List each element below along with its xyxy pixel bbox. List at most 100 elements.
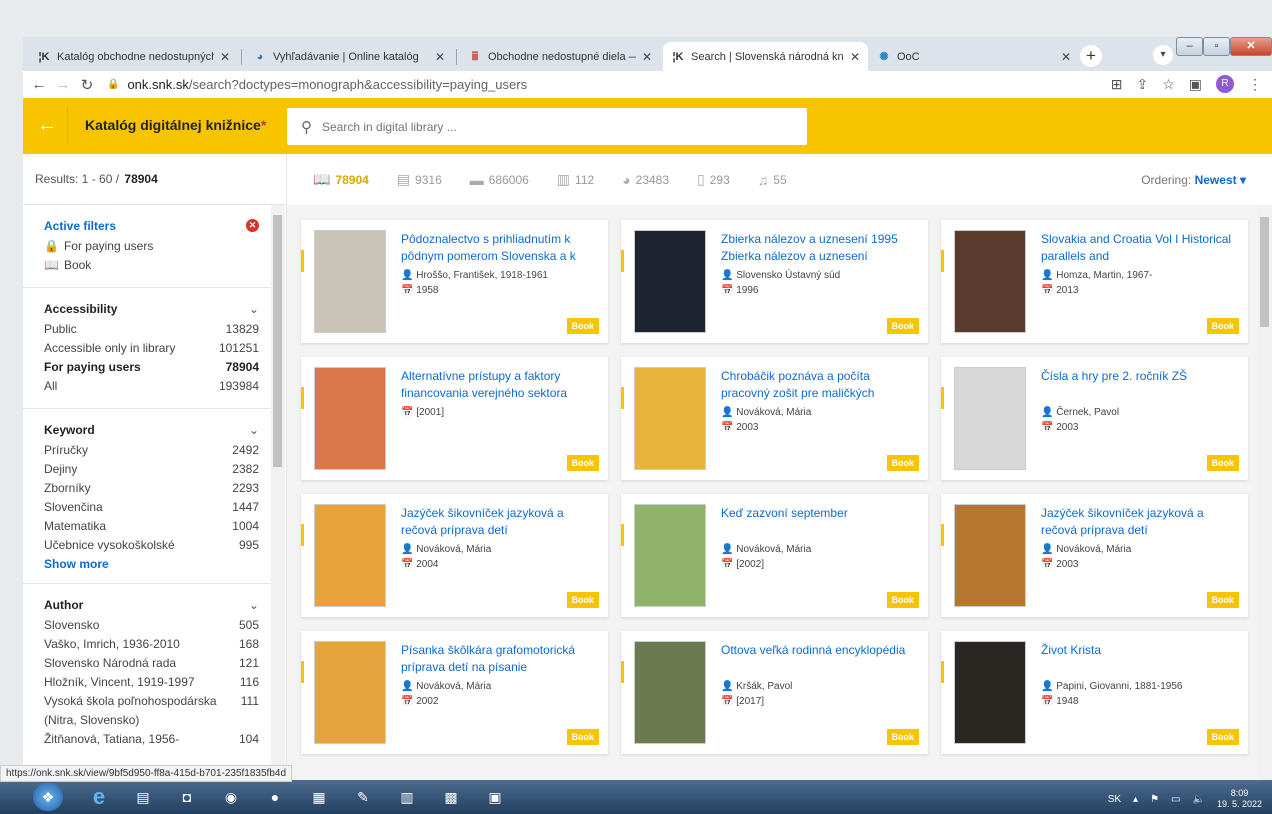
filter-row[interactable]: Public 13829 bbox=[44, 320, 259, 339]
minimize-button[interactable]: – bbox=[1176, 37, 1203, 56]
close-icon[interactable]: ✕ bbox=[850, 50, 860, 64]
book-cover-thumbnail[interactable] bbox=[314, 504, 386, 607]
profile-avatar[interactable]: R bbox=[1216, 75, 1234, 93]
book-author[interactable]: 👤 Nováková, Mária bbox=[401, 544, 491, 555]
scrollbar-thumb[interactable] bbox=[1260, 217, 1269, 327]
close-window-button[interactable]: ✕ bbox=[1230, 37, 1272, 56]
volume-icon[interactable]: 🔈 bbox=[1193, 794, 1205, 805]
explorer-icon[interactable]: ▤ bbox=[124, 783, 162, 811]
filter-row[interactable]: Slovensko 505 bbox=[44, 616, 259, 635]
filter-row[interactable]: Slovensko Národná rada 121 bbox=[44, 654, 259, 673]
book-card[interactable]: Písanka škôlkára grafomotorická príprava… bbox=[301, 631, 608, 754]
filter-row-selected[interactable]: For paying users 78904 bbox=[44, 358, 259, 377]
book-cover-thumbnail[interactable] bbox=[954, 230, 1026, 333]
book-title[interactable]: Ottova veľká rodinná encyklopédia bbox=[721, 642, 916, 676]
filter-row[interactable]: Dejiny 2382 bbox=[44, 460, 259, 479]
book-cover-thumbnail[interactable] bbox=[634, 504, 706, 607]
book-card[interactable]: Čísla a hry pre 2. ročník ZŠ 👤 Černek, Pa… bbox=[941, 357, 1248, 480]
book-title[interactable]: Slovakia and Croatia Vol I Historical pa… bbox=[1041, 231, 1236, 265]
language-indicator[interactable]: SK bbox=[1108, 794, 1121, 805]
tray-expand-icon[interactable]: ▴ bbox=[1133, 794, 1138, 805]
back-icon[interactable]: ← bbox=[27, 76, 51, 93]
filter-header[interactable]: Keyword ⌄ bbox=[44, 423, 259, 437]
doctype-tab-music[interactable]: ♫ 55 bbox=[758, 172, 787, 188]
book-cover-thumbnail[interactable] bbox=[954, 641, 1026, 744]
doctype-tab-manuscripts[interactable]: ▯ 293 bbox=[697, 171, 730, 188]
chrome-icon[interactable]: ◉ bbox=[212, 783, 250, 811]
filter-row[interactable]: Žitňanová, Tatiana, 1956- 104 bbox=[44, 730, 259, 749]
flag-icon[interactable]: ⚑ bbox=[1150, 794, 1159, 805]
new-tab-button[interactable]: + bbox=[1080, 45, 1102, 67]
book-title[interactable]: Jazýček šikovníček jazyková a rečová prí… bbox=[401, 505, 596, 539]
scrollbar-thumb[interactable] bbox=[273, 215, 282, 467]
filter-row[interactable]: Matematika 1004 bbox=[44, 517, 259, 536]
calculator-icon[interactable]: ▣ bbox=[476, 783, 514, 811]
filter-row[interactable]: Vysoká škola poľnohospodárska 111 bbox=[44, 692, 259, 711]
back-arrow-icon[interactable]: ← bbox=[37, 114, 57, 137]
bookmark-star-icon[interactable]: ☆ bbox=[1162, 76, 1175, 93]
search-box[interactable]: ⚲ bbox=[287, 108, 807, 145]
doctype-tab-periodicals[interactable]: ▤ 9316 bbox=[397, 171, 442, 188]
forward-icon[interactable]: → bbox=[51, 76, 75, 93]
maximize-button[interactable]: ▫ bbox=[1203, 37, 1230, 56]
book-cover-thumbnail[interactable] bbox=[954, 367, 1026, 470]
filter-header[interactable]: Accessibility ⌄ bbox=[44, 302, 259, 316]
book-title[interactable]: Chrobáčik poznáva a počíta pracovný zoši… bbox=[721, 368, 916, 402]
book-cover-thumbnail[interactable] bbox=[314, 367, 386, 470]
doctype-tab-maps[interactable]: ▥ 112 bbox=[557, 171, 594, 188]
tab-1[interactable]: ¦K Katalóg obchodne nedostupných ✕ bbox=[29, 42, 238, 71]
filter-row[interactable]: Učebnice vysokoškolské 995 bbox=[44, 536, 259, 555]
filter-header[interactable]: Author ⌄ bbox=[44, 598, 259, 612]
filter-row[interactable]: Vaško, Imrich, 1936-2010 168 bbox=[44, 635, 259, 654]
tab-4-active[interactable]: ¦K Search | Slovenská národná kniž ✕ bbox=[663, 42, 868, 71]
book-card[interactable]: Slovakia and Croatia Vol I Historical pa… bbox=[941, 220, 1248, 343]
book-author[interactable]: 👤 Homza, Martin, 1967- bbox=[1041, 270, 1152, 281]
outlook-icon[interactable]: ◘ bbox=[168, 783, 206, 811]
book-author[interactable]: 👤 Hroššo, František, 1918-1961 bbox=[401, 270, 548, 281]
url-field[interactable]: 🔒 onk.snk.sk/search?doctypes=monograph&ac… bbox=[107, 77, 527, 92]
book-author[interactable]: 👤 Nováková, Mária bbox=[721, 544, 811, 555]
content-scrollbar[interactable] bbox=[1258, 205, 1272, 780]
book-title[interactable]: Alternatívne prístupy a faktory financov… bbox=[401, 368, 596, 402]
ie-icon[interactable]: e bbox=[80, 783, 118, 811]
close-icon[interactable]: ✕ bbox=[1061, 50, 1071, 64]
book-author[interactable]: 👤 Černek, Pavol bbox=[1041, 407, 1119, 418]
book-cover-thumbnail[interactable] bbox=[634, 641, 706, 744]
book-card[interactable]: Pôdoznalectvo s prihliadnutím k pôdnym p… bbox=[301, 220, 608, 343]
start-button[interactable]: ❖ bbox=[33, 783, 63, 811]
book-author[interactable]: 👤 Papini, Giovanni, 1881-1956 bbox=[1041, 681, 1182, 692]
filter-row[interactable]: Slovenčina 1447 bbox=[44, 498, 259, 517]
filter-row[interactable]: Príručky 2492 bbox=[44, 441, 259, 460]
show-more-link[interactable]: Show more bbox=[44, 557, 259, 571]
book-title[interactable]: Čísla a hry pre 2. ročník ZŠ bbox=[1041, 368, 1236, 402]
filter-row[interactable]: All 193984 bbox=[44, 377, 259, 396]
share-icon[interactable]: ⇪ bbox=[1136, 76, 1148, 93]
doctype-tab-articles[interactable]: ▬ 686006 bbox=[470, 172, 529, 188]
doctype-tab-books[interactable]: 📖 78904 bbox=[313, 171, 369, 188]
book-author[interactable]: 👤 Nováková, Mária bbox=[1041, 544, 1131, 555]
book-title[interactable]: Život Krista bbox=[1041, 642, 1236, 676]
filter-row[interactable]: Zborníky 2293 bbox=[44, 479, 259, 498]
side-panel-icon[interactable]: ▣ bbox=[1189, 76, 1202, 93]
book-author[interactable]: 👤 Slovensko Ústavný súd bbox=[721, 270, 840, 281]
book-author[interactable]: 👤 Nováková, Mária bbox=[721, 407, 811, 418]
book-card[interactable]: Ottova veľká rodinná encyklopédia 👤 Kršák… bbox=[621, 631, 928, 754]
active-filter-access[interactable]: 🔒 For paying users bbox=[44, 237, 259, 256]
clear-filters-icon[interactable]: ✕ bbox=[246, 219, 259, 232]
menu-icon[interactable]: ⋮ bbox=[1248, 76, 1262, 93]
book-card[interactable]: Zbierka nálezov a uznesení 1995 Zbierka … bbox=[621, 220, 928, 343]
close-icon[interactable]: ✕ bbox=[642, 50, 652, 64]
book-title[interactable]: Pôdoznalectvo s prihliadnutím k pôdnym p… bbox=[401, 231, 596, 265]
book-title[interactable]: Jazýček šikovníček jazyková a rečová prí… bbox=[1041, 505, 1236, 539]
close-icon[interactable]: ✕ bbox=[435, 50, 445, 64]
close-icon[interactable]: ✕ bbox=[220, 50, 230, 64]
book-card[interactable]: Alternatívne prístupy a faktory financov… bbox=[301, 357, 608, 480]
book-title[interactable]: Písanka škôlkára grafomotorická príprava… bbox=[401, 642, 596, 676]
book-title[interactable]: Zbierka nálezov a uznesení 1995 Zbierka … bbox=[721, 231, 916, 265]
filter-row[interactable]: Hložník, Vincent, 1919-1997 116 bbox=[44, 673, 259, 692]
book-cover-thumbnail[interactable] bbox=[314, 641, 386, 744]
book-author[interactable]: 👤 Nováková, Mária bbox=[401, 681, 491, 692]
doctype-tab-graphics[interactable]: ◕ 23483 bbox=[622, 172, 669, 188]
clock[interactable]: 8:09 19. 5. 2022 bbox=[1217, 788, 1262, 810]
app-title[interactable]: Katalóg digitálnej knižnice* bbox=[85, 117, 266, 133]
